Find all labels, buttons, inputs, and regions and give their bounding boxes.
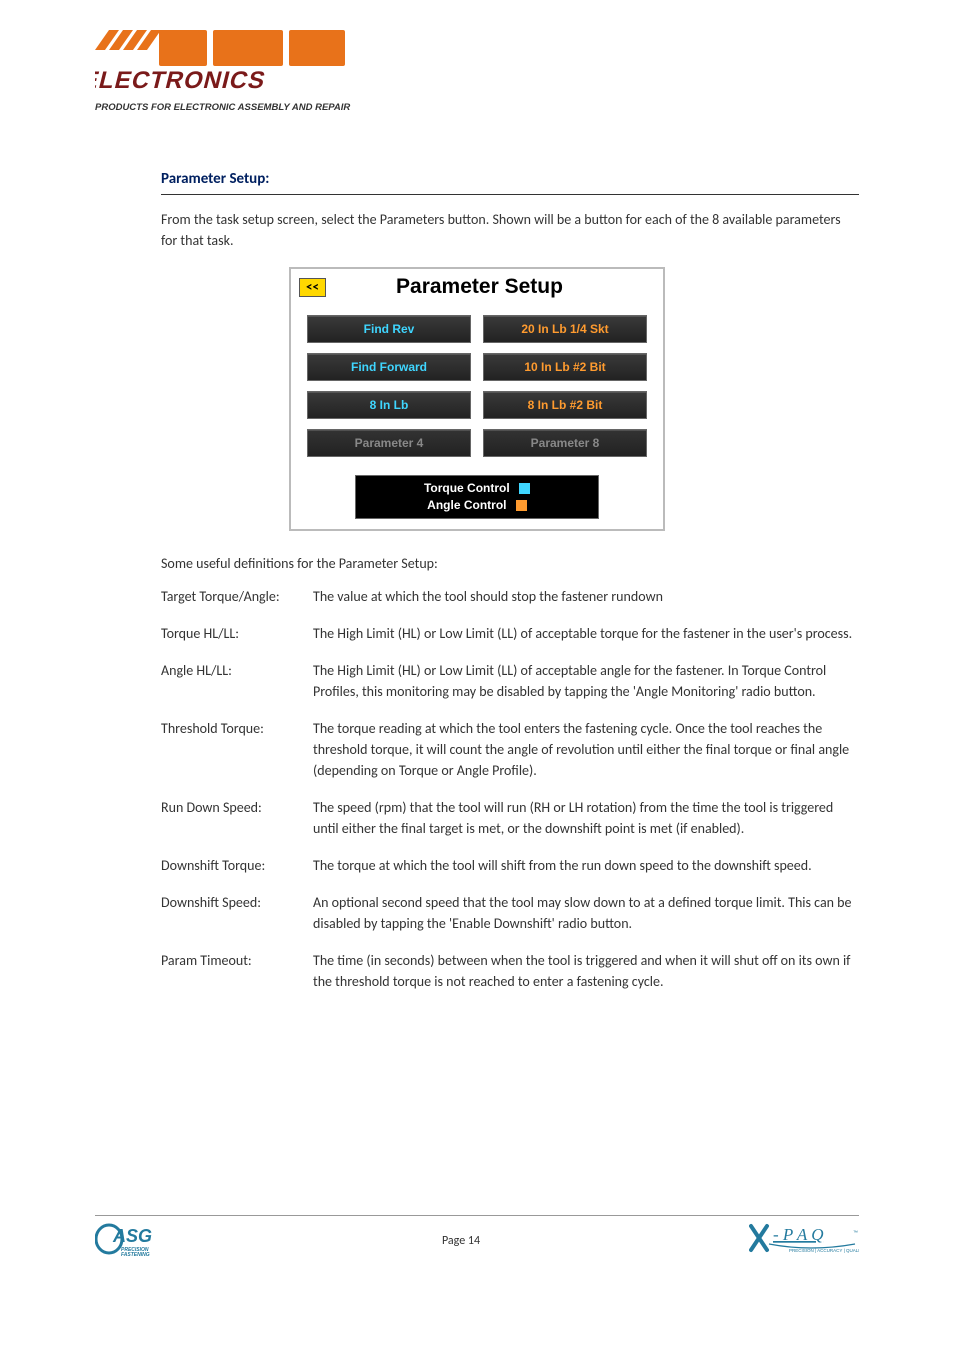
definition-description: An optional second speed that the tool m… — [313, 892, 859, 934]
definition-description: The value at which the tool should stop … — [313, 586, 859, 607]
definition-row: Target Torque/Angle:The value at which t… — [161, 586, 859, 607]
definition-row: Angle HL/LL:The High Limit (HL) or Low L… — [161, 660, 859, 702]
definition-term: Run Down Speed: — [161, 797, 313, 839]
definition-term: Downshift Speed: — [161, 892, 313, 934]
definition-description: The speed (rpm) that the tool will run (… — [313, 797, 859, 839]
definition-description: The High Limit (HL) or Low Limit (LL) of… — [313, 660, 859, 702]
svg-text:ASG: ASG — [112, 1226, 152, 1246]
definition-row: Downshift Speed:An optional second speed… — [161, 892, 859, 934]
page-number: Page 14 — [442, 1234, 480, 1248]
definition-row: Run Down Speed:The speed (rpm) that the … — [161, 797, 859, 839]
parameter-setup-screenshot: << Parameter Setup Find Rev20 In Lb 1/4 … — [95, 267, 859, 531]
section-title: Parameter Setup: — [95, 170, 859, 188]
definition-description: The torque reading at which the tool ent… — [313, 718, 859, 781]
definition-term: Torque HL/LL: — [161, 623, 313, 644]
definition-term: Param Timeout: — [161, 950, 313, 992]
svg-text:PRODUCTS FOR ELECTRONIC ASSEMB: PRODUCTS FOR ELECTRONIC ASSEMBLY AND REP… — [95, 102, 350, 113]
svg-text:™: ™ — [853, 1230, 858, 1236]
parameter-button[interactable]: 8 In Lb — [307, 391, 471, 419]
definition-row: Downshift Torque:The torque at which the… — [161, 855, 859, 876]
header-logo: ELECTRONICS PRODUCTS FOR ELECTRONIC ASSE… — [95, 30, 859, 116]
parameter-button[interactable]: 10 In Lb #2 Bit — [483, 353, 647, 381]
definition-term: Threshold Torque: — [161, 718, 313, 781]
definition-term: Downshift Torque: — [161, 855, 313, 876]
panel-title: Parameter Setup — [304, 275, 655, 299]
parameter-button[interactable]: Find Forward — [307, 353, 471, 381]
definition-row: Torque HL/LL:The High Limit (HL) or Low … — [161, 623, 859, 644]
legend-angle-swatch-icon — [516, 500, 527, 511]
section-divider — [161, 194, 859, 195]
asg-logo: ASG PRECISION FASTENING — [95, 1222, 173, 1260]
legend-torque-label: Torque Control — [424, 481, 510, 495]
parameter-button[interactable]: Parameter 4 — [307, 429, 471, 457]
definition-description: The High Limit (HL) or Low Limit (LL) of… — [313, 623, 859, 644]
definition-row: Threshold Torque:The torque reading at w… — [161, 718, 859, 781]
svg-text:FASTENING: FASTENING — [121, 1252, 150, 1256]
footer-divider — [95, 1215, 859, 1216]
definition-row: Param Timeout:The time (in seconds) betw… — [161, 950, 859, 992]
parameter-button[interactable]: 8 In Lb #2 Bit — [483, 391, 647, 419]
panel-legend: Torque Control Angle Control — [355, 475, 599, 519]
xpaq-logo: - P A Q ™ PRECISION | ACCURACY | QUALITY — [749, 1222, 859, 1260]
section-intro: From the task setup screen, select the P… — [161, 209, 859, 251]
parameter-button[interactable]: Parameter 8 — [483, 429, 647, 457]
svg-text:ELECTRONICS: ELECTRONICS — [95, 67, 269, 94]
legend-angle-label: Angle Control — [427, 498, 506, 512]
definition-term: Target Torque/Angle: — [161, 586, 313, 607]
svg-text:- P A Q: - P A Q — [773, 1225, 824, 1244]
parameter-button[interactable]: Find Rev — [307, 315, 471, 343]
legend-torque-swatch-icon — [519, 483, 530, 494]
definitions-intro: Some useful definitions for the Paramete… — [161, 555, 859, 572]
svg-text:PRECISION | ACCURACY | QUALITY: PRECISION | ACCURACY | QUALITY — [789, 1248, 859, 1253]
definition-term: Angle HL/LL: — [161, 660, 313, 702]
parameter-button[interactable]: 20 In Lb 1/4 Skt — [483, 315, 647, 343]
definition-description: The torque at which the tool will shift … — [313, 855, 859, 876]
definition-description: The time (in seconds) between when the t… — [313, 950, 859, 992]
